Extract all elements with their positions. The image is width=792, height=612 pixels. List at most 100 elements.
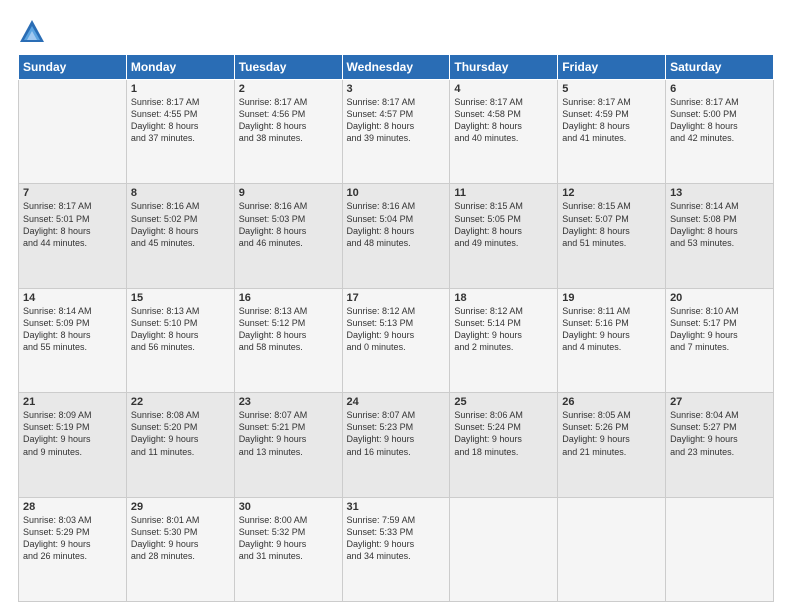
day-number: 17 xyxy=(347,292,446,304)
col-header-monday: Monday xyxy=(126,55,234,80)
col-header-tuesday: Tuesday xyxy=(234,55,342,80)
calendar-week-3: 14Sunrise: 8:14 AM Sunset: 5:09 PM Dayli… xyxy=(19,288,774,392)
day-info: Sunrise: 8:05 AM Sunset: 5:26 PM Dayligh… xyxy=(562,409,661,458)
day-number: 5 xyxy=(562,83,661,95)
day-info: Sunrise: 8:17 AM Sunset: 5:01 PM Dayligh… xyxy=(23,200,122,249)
day-info: Sunrise: 8:08 AM Sunset: 5:20 PM Dayligh… xyxy=(131,409,230,458)
day-info: Sunrise: 8:12 AM Sunset: 5:14 PM Dayligh… xyxy=(454,305,553,354)
day-number: 14 xyxy=(23,292,122,304)
day-number: 8 xyxy=(131,187,230,199)
day-info: Sunrise: 8:13 AM Sunset: 5:10 PM Dayligh… xyxy=(131,305,230,354)
calendar-cell: 19Sunrise: 8:11 AM Sunset: 5:16 PM Dayli… xyxy=(558,288,666,392)
day-number: 18 xyxy=(454,292,553,304)
day-info: Sunrise: 8:17 AM Sunset: 5:00 PM Dayligh… xyxy=(670,96,769,145)
day-info: Sunrise: 8:14 AM Sunset: 5:09 PM Dayligh… xyxy=(23,305,122,354)
day-info: Sunrise: 8:17 AM Sunset: 4:56 PM Dayligh… xyxy=(239,96,338,145)
calendar-cell: 9Sunrise: 8:16 AM Sunset: 5:03 PM Daylig… xyxy=(234,184,342,288)
day-number: 22 xyxy=(131,396,230,408)
day-number: 31 xyxy=(347,501,446,513)
day-info: Sunrise: 8:00 AM Sunset: 5:32 PM Dayligh… xyxy=(239,514,338,563)
calendar-cell: 20Sunrise: 8:10 AM Sunset: 5:17 PM Dayli… xyxy=(666,288,774,392)
day-number: 10 xyxy=(347,187,446,199)
day-info: Sunrise: 8:17 AM Sunset: 4:58 PM Dayligh… xyxy=(454,96,553,145)
calendar-body: 1Sunrise: 8:17 AM Sunset: 4:55 PM Daylig… xyxy=(19,80,774,602)
day-number: 24 xyxy=(347,396,446,408)
calendar-cell: 5Sunrise: 8:17 AM Sunset: 4:59 PM Daylig… xyxy=(558,80,666,184)
day-number: 23 xyxy=(239,396,338,408)
page: SundayMondayTuesdayWednesdayThursdayFrid… xyxy=(0,0,792,612)
day-number: 28 xyxy=(23,501,122,513)
day-info: Sunrise: 8:17 AM Sunset: 4:55 PM Dayligh… xyxy=(131,96,230,145)
day-info: Sunrise: 8:06 AM Sunset: 5:24 PM Dayligh… xyxy=(454,409,553,458)
day-info: Sunrise: 8:07 AM Sunset: 5:21 PM Dayligh… xyxy=(239,409,338,458)
day-number: 25 xyxy=(454,396,553,408)
day-number: 4 xyxy=(454,83,553,95)
day-number: 21 xyxy=(23,396,122,408)
calendar-cell: 31Sunrise: 7:59 AM Sunset: 5:33 PM Dayli… xyxy=(342,497,450,601)
calendar-cell: 11Sunrise: 8:15 AM Sunset: 5:05 PM Dayli… xyxy=(450,184,558,288)
calendar-week-1: 1Sunrise: 8:17 AM Sunset: 4:55 PM Daylig… xyxy=(19,80,774,184)
col-header-sunday: Sunday xyxy=(19,55,127,80)
day-number: 19 xyxy=(562,292,661,304)
day-info: Sunrise: 8:03 AM Sunset: 5:29 PM Dayligh… xyxy=(23,514,122,563)
day-info: Sunrise: 8:16 AM Sunset: 5:02 PM Dayligh… xyxy=(131,200,230,249)
day-info: Sunrise: 8:16 AM Sunset: 5:03 PM Dayligh… xyxy=(239,200,338,249)
calendar-cell: 8Sunrise: 8:16 AM Sunset: 5:02 PM Daylig… xyxy=(126,184,234,288)
calendar-cell: 28Sunrise: 8:03 AM Sunset: 5:29 PM Dayli… xyxy=(19,497,127,601)
calendar-cell xyxy=(666,497,774,601)
calendar-header-row: SundayMondayTuesdayWednesdayThursdayFrid… xyxy=(19,55,774,80)
calendar-cell: 26Sunrise: 8:05 AM Sunset: 5:26 PM Dayli… xyxy=(558,393,666,497)
day-number: 20 xyxy=(670,292,769,304)
calendar-cell: 27Sunrise: 8:04 AM Sunset: 5:27 PM Dayli… xyxy=(666,393,774,497)
day-info: Sunrise: 8:15 AM Sunset: 5:05 PM Dayligh… xyxy=(454,200,553,249)
day-number: 27 xyxy=(670,396,769,408)
day-number: 2 xyxy=(239,83,338,95)
day-number: 7 xyxy=(23,187,122,199)
calendar-cell: 29Sunrise: 8:01 AM Sunset: 5:30 PM Dayli… xyxy=(126,497,234,601)
day-number: 13 xyxy=(670,187,769,199)
col-header-saturday: Saturday xyxy=(666,55,774,80)
day-info: Sunrise: 8:09 AM Sunset: 5:19 PM Dayligh… xyxy=(23,409,122,458)
day-info: Sunrise: 7:59 AM Sunset: 5:33 PM Dayligh… xyxy=(347,514,446,563)
logo-icon xyxy=(18,18,46,46)
day-number: 1 xyxy=(131,83,230,95)
header xyxy=(18,18,774,46)
calendar-cell: 3Sunrise: 8:17 AM Sunset: 4:57 PM Daylig… xyxy=(342,80,450,184)
calendar-cell: 15Sunrise: 8:13 AM Sunset: 5:10 PM Dayli… xyxy=(126,288,234,392)
day-info: Sunrise: 8:12 AM Sunset: 5:13 PM Dayligh… xyxy=(347,305,446,354)
calendar-cell xyxy=(450,497,558,601)
calendar-cell: 10Sunrise: 8:16 AM Sunset: 5:04 PM Dayli… xyxy=(342,184,450,288)
day-number: 11 xyxy=(454,187,553,199)
calendar-cell xyxy=(558,497,666,601)
day-number: 9 xyxy=(239,187,338,199)
col-header-friday: Friday xyxy=(558,55,666,80)
day-info: Sunrise: 8:04 AM Sunset: 5:27 PM Dayligh… xyxy=(670,409,769,458)
day-info: Sunrise: 8:10 AM Sunset: 5:17 PM Dayligh… xyxy=(670,305,769,354)
calendar-cell: 16Sunrise: 8:13 AM Sunset: 5:12 PM Dayli… xyxy=(234,288,342,392)
day-number: 6 xyxy=(670,83,769,95)
calendar-week-2: 7Sunrise: 8:17 AM Sunset: 5:01 PM Daylig… xyxy=(19,184,774,288)
calendar-cell: 7Sunrise: 8:17 AM Sunset: 5:01 PM Daylig… xyxy=(19,184,127,288)
day-number: 26 xyxy=(562,396,661,408)
calendar-cell: 25Sunrise: 8:06 AM Sunset: 5:24 PM Dayli… xyxy=(450,393,558,497)
day-info: Sunrise: 8:16 AM Sunset: 5:04 PM Dayligh… xyxy=(347,200,446,249)
calendar-cell xyxy=(19,80,127,184)
col-header-thursday: Thursday xyxy=(450,55,558,80)
col-header-wednesday: Wednesday xyxy=(342,55,450,80)
day-info: Sunrise: 8:17 AM Sunset: 4:59 PM Dayligh… xyxy=(562,96,661,145)
day-number: 29 xyxy=(131,501,230,513)
day-info: Sunrise: 8:15 AM Sunset: 5:07 PM Dayligh… xyxy=(562,200,661,249)
calendar-cell: 12Sunrise: 8:15 AM Sunset: 5:07 PM Dayli… xyxy=(558,184,666,288)
day-number: 15 xyxy=(131,292,230,304)
calendar-cell: 17Sunrise: 8:12 AM Sunset: 5:13 PM Dayli… xyxy=(342,288,450,392)
day-number: 30 xyxy=(239,501,338,513)
day-info: Sunrise: 8:13 AM Sunset: 5:12 PM Dayligh… xyxy=(239,305,338,354)
calendar-cell: 21Sunrise: 8:09 AM Sunset: 5:19 PM Dayli… xyxy=(19,393,127,497)
calendar-week-5: 28Sunrise: 8:03 AM Sunset: 5:29 PM Dayli… xyxy=(19,497,774,601)
logo xyxy=(18,18,50,46)
calendar-cell: 6Sunrise: 8:17 AM Sunset: 5:00 PM Daylig… xyxy=(666,80,774,184)
day-number: 16 xyxy=(239,292,338,304)
calendar-cell: 24Sunrise: 8:07 AM Sunset: 5:23 PM Dayli… xyxy=(342,393,450,497)
calendar-table: SundayMondayTuesdayWednesdayThursdayFrid… xyxy=(18,54,774,602)
calendar-cell: 2Sunrise: 8:17 AM Sunset: 4:56 PM Daylig… xyxy=(234,80,342,184)
